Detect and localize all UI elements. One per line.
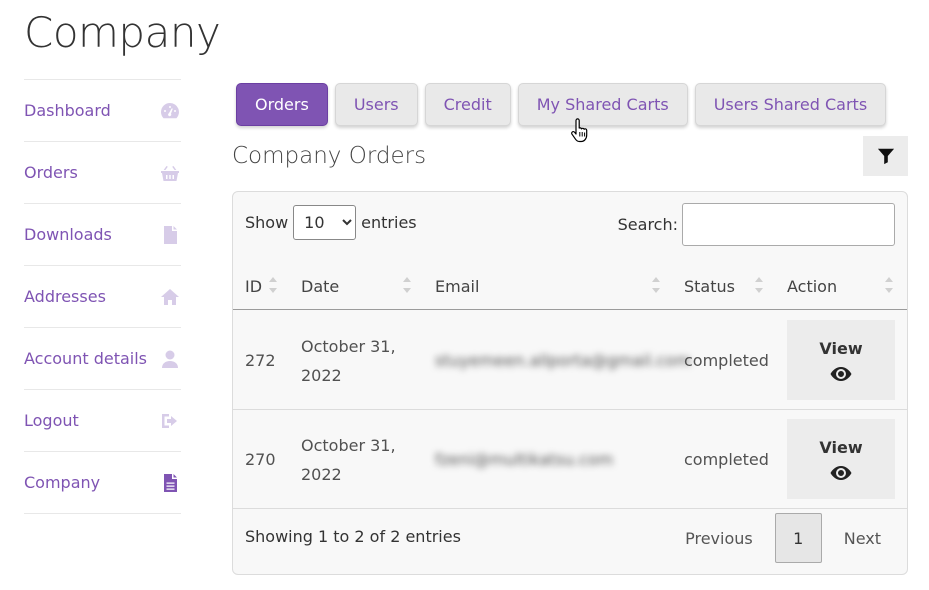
column-header-status[interactable]: Status (684, 262, 735, 310)
filter-button[interactable] (863, 136, 908, 176)
sort-icon (403, 277, 411, 293)
user-icon (159, 348, 181, 370)
table-row: 272 October 31, 2022 stuyemeen.allporta@… (233, 311, 907, 410)
sidebar-item-orders[interactable]: Orders (24, 142, 181, 204)
view-button-label: View (819, 437, 863, 457)
section-title: Company Orders (232, 143, 427, 169)
sign-out-icon (159, 410, 181, 432)
tab-users[interactable]: Users (334, 83, 418, 126)
table-row: 270 October 31, 2022 fzeni@multikatsu.co… (233, 410, 907, 509)
page-title: Company (24, 8, 221, 57)
view-order-button[interactable]: View (787, 419, 895, 499)
company-tabs: Orders Users Credit My Shared Carts User… (236, 83, 887, 126)
sort-icon (269, 277, 277, 293)
view-order-button[interactable]: View (787, 320, 895, 400)
column-header-action[interactable]: Action (787, 262, 837, 310)
home-icon (159, 286, 181, 308)
sort-icon (652, 277, 660, 293)
entries-length-control: Show 10 entries (245, 205, 417, 240)
sort-icon (885, 277, 893, 293)
entries-label: entries (361, 213, 417, 232)
order-status: completed (684, 450, 769, 469)
sidebar-item-company[interactable]: Company (24, 452, 181, 514)
show-label: Show (245, 213, 289, 232)
column-header-date[interactable]: Date (301, 262, 339, 310)
tab-users-shared-carts[interactable]: Users Shared Carts (694, 83, 887, 126)
sidebar-item-addresses[interactable]: Addresses (24, 266, 181, 328)
column-header-id[interactable]: ID (245, 262, 262, 310)
eye-icon (830, 366, 852, 381)
tab-credit[interactable]: Credit (424, 83, 511, 126)
sidebar-item-label: Addresses (24, 287, 106, 306)
sidebar-item-account-details[interactable]: Account details (24, 328, 181, 390)
sidebar-item-dashboard[interactable]: Dashboard (24, 80, 181, 142)
gauge-icon (159, 100, 181, 122)
column-header-label: ID (245, 276, 263, 296)
sidebar-item-label: Downloads (24, 225, 112, 244)
column-header-email[interactable]: Email (435, 262, 479, 310)
column-header-label: Status (684, 276, 735, 296)
entries-select[interactable]: 10 (293, 205, 357, 240)
sidebar-item-label: Orders (24, 163, 78, 182)
column-header-label: Email (435, 276, 480, 296)
account-sidebar: Dashboard Orders Downloads Addresses Acc… (24, 79, 181, 514)
filter-icon (877, 148, 894, 165)
sort-icon (755, 277, 763, 293)
basket-icon (159, 162, 181, 184)
sidebar-item-logout[interactable]: Logout (24, 390, 181, 452)
file-icon (159, 224, 181, 246)
column-header-label: Action (787, 276, 838, 296)
sidebar-item-label: Account details (24, 349, 147, 368)
sidebar-item-label: Dashboard (24, 101, 111, 120)
sidebar-item-label: Company (24, 473, 101, 492)
table-info: Showing 1 to 2 of 2 entries (245, 527, 461, 546)
eye-icon (830, 465, 852, 480)
sidebar-item-label: Logout (24, 411, 79, 430)
hand-pointer-cursor-icon (571, 118, 588, 143)
file-text-icon (159, 472, 181, 494)
table-search-control: Search: (618, 203, 895, 246)
search-input[interactable] (682, 203, 895, 246)
order-id: 270 (245, 450, 276, 469)
view-button-label: View (819, 338, 863, 358)
table-header: ID Date Email Status Action (233, 262, 907, 310)
order-email: stuyemeen.allporta@gmail.com (435, 351, 691, 370)
order-email: fzeni@multikatsu.com (435, 450, 614, 469)
tab-my-shared-carts[interactable]: My Shared Carts (517, 83, 688, 126)
order-date: October 31, 2022 (301, 435, 396, 484)
order-id: 272 (245, 351, 276, 370)
order-date: October 31, 2022 (301, 336, 396, 385)
previous-page-button[interactable]: Previous (673, 513, 765, 563)
pagination: Previous 1 Next (673, 513, 893, 563)
order-status: completed (684, 351, 769, 370)
tab-orders[interactable]: Orders (236, 83, 328, 126)
column-header-label: Date (301, 276, 340, 296)
search-label: Search: (617, 215, 678, 234)
next-page-button[interactable]: Next (832, 513, 893, 563)
page-1-button[interactable]: 1 (774, 513, 822, 563)
orders-table-card: Show 10 entries Search: ID Date Email St… (232, 191, 908, 575)
sidebar-item-downloads[interactable]: Downloads (24, 204, 181, 266)
